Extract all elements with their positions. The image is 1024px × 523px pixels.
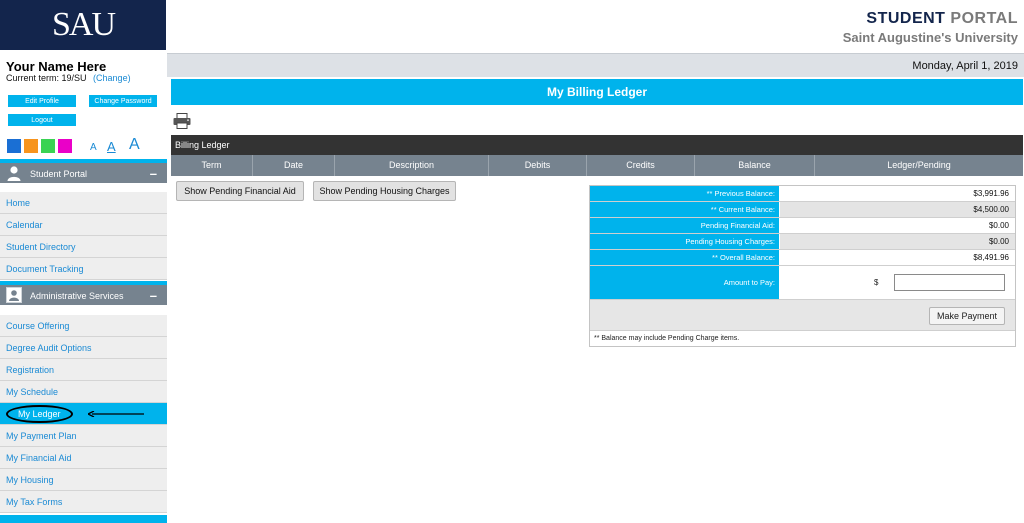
- nav-degree-audit-options[interactable]: Degree Audit Options: [0, 337, 167, 359]
- sidebar-footer-bar: [0, 515, 167, 523]
- column-ledger-pending[interactable]: Ledger/Pending: [815, 155, 1023, 176]
- section-administrative-services-label: Administrative Services: [30, 291, 124, 301]
- theme-swatch-magenta[interactable]: [58, 139, 72, 153]
- nav-document-tracking[interactable]: Document Tracking: [0, 258, 167, 280]
- change-term-link[interactable]: (Change): [93, 73, 131, 83]
- overall-balance-row: ** Overall Balance: $8,491.96: [590, 250, 1015, 266]
- amount-to-pay-row: Amount to Pay: $: [590, 266, 1015, 300]
- nav-my-ledger-label: My Ledger: [6, 405, 73, 423]
- edit-profile-button[interactable]: Edit Profile: [7, 94, 77, 108]
- theme-swatch-green[interactable]: [41, 139, 55, 153]
- theme-swatch-blue[interactable]: [7, 139, 21, 153]
- theme-swatch-orange[interactable]: [24, 139, 38, 153]
- nav-my-housing[interactable]: My Housing: [0, 469, 167, 491]
- nav-my-tax-forms[interactable]: My Tax Forms: [0, 491, 167, 513]
- nav-my-schedule[interactable]: My Schedule: [0, 381, 167, 403]
- section-administrative-services[interactable]: Administrative Services –: [0, 281, 167, 305]
- show-pending-financial-aid-button[interactable]: Show Pending Financial Aid: [176, 181, 304, 201]
- payment-button-row: Make Payment: [590, 300, 1015, 331]
- column-term[interactable]: Term: [171, 155, 253, 176]
- column-credits[interactable]: Credits: [587, 155, 695, 176]
- previous-balance-row: ** Previous Balance: $3,991.96: [590, 186, 1015, 202]
- overall-balance-value: $8,491.96: [973, 253, 1009, 262]
- pending-housing-label: Pending Housing Charges:: [590, 234, 780, 249]
- ledger-column-headers: Term Date Description Debits Credits Bal…: [171, 155, 1023, 176]
- current-balance-label: ** Current Balance:: [590, 202, 780, 217]
- arrow-left-icon: [88, 411, 144, 417]
- nav-home[interactable]: Home: [0, 192, 167, 214]
- nav-my-ledger[interactable]: My Ledger: [0, 403, 167, 425]
- collapse-icon[interactable]: –: [150, 166, 157, 181]
- font-size-medium[interactable]: A: [107, 139, 116, 154]
- admin-icon: [6, 287, 22, 303]
- amount-to-pay-cell: $: [780, 266, 1015, 299]
- sidebar: Your Name Here Current term: 19/SU (Chan…: [0, 53, 167, 523]
- overall-balance-label: ** Overall Balance:: [590, 250, 780, 265]
- portal-title-student: STUDENT: [866, 10, 946, 27]
- portal-brand: STUDENT PORTAL Saint Augustine's Univers…: [843, 10, 1018, 45]
- billing-ledger-header: Billing Ledger: [171, 135, 1023, 155]
- pending-aid-label: Pending Financial Aid:: [590, 218, 780, 233]
- amount-to-pay-label: Amount to Pay:: [590, 266, 780, 299]
- section-student-portal-label: Student Portal: [30, 169, 88, 179]
- logo-text: SAU: [51, 6, 116, 43]
- nav-my-financial-aid[interactable]: My Financial Aid: [0, 447, 167, 469]
- current-balance-value: $4,500.00: [780, 202, 1015, 217]
- pending-aid-row: Pending Financial Aid: $0.00: [590, 218, 1015, 234]
- dollar-sign: $: [874, 278, 879, 287]
- collapse-icon[interactable]: –: [150, 288, 157, 303]
- pending-housing-value: $0.00: [780, 234, 1015, 249]
- font-size-large[interactable]: A: [129, 136, 140, 154]
- page-title: My Billing Ledger: [171, 79, 1023, 105]
- make-payment-button[interactable]: Make Payment: [929, 307, 1005, 325]
- previous-balance-value: $3,991.96: [973, 189, 1009, 198]
- current-term: Current term: 19/SU (Change): [6, 73, 131, 83]
- nav-my-payment-plan[interactable]: My Payment Plan: [0, 425, 167, 447]
- university-logo[interactable]: SAU: [0, 0, 166, 50]
- column-date[interactable]: Date: [253, 155, 335, 176]
- pending-housing-row: Pending Housing Charges: $0.00: [590, 234, 1015, 250]
- nav-registration[interactable]: Registration: [0, 359, 167, 381]
- font-size-small[interactable]: A: [90, 142, 97, 153]
- amount-to-pay-input[interactable]: [894, 274, 1005, 291]
- balance-note: ** Balance may include Pending Charge it…: [594, 335, 740, 342]
- section-student-portal[interactable]: Student Portal –: [0, 159, 167, 183]
- nav-calendar[interactable]: Calendar: [0, 214, 167, 236]
- change-password-button[interactable]: Change Password: [88, 94, 158, 108]
- nav-student-directory[interactable]: Student Directory: [0, 236, 167, 258]
- term-label: Current term: 19/SU: [6, 73, 87, 83]
- nav-course-offering[interactable]: Course Offering: [0, 315, 167, 337]
- current-date: Monday, April 1, 2019: [912, 60, 1018, 72]
- portal-subtitle: Saint Augustine's University: [842, 30, 1018, 45]
- user-name: Your Name Here: [6, 59, 107, 74]
- show-pending-housing-charges-button[interactable]: Show Pending Housing Charges: [313, 181, 456, 201]
- balance-summary: ** Previous Balance: $3,991.96 ** Curren…: [589, 185, 1016, 347]
- previous-balance-label: ** Previous Balance:: [590, 186, 780, 201]
- portal-title-portal: PORTAL: [950, 10, 1018, 27]
- column-description[interactable]: Description: [335, 155, 489, 176]
- pending-aid-value: $0.00: [988, 221, 1009, 230]
- portal-title: STUDENT PORTAL: [843, 10, 1018, 28]
- printer-icon[interactable]: [173, 113, 191, 129]
- logout-button[interactable]: Logout: [7, 113, 77, 127]
- column-balance[interactable]: Balance: [695, 155, 815, 176]
- current-balance-row: ** Current Balance: $4,500.00: [590, 202, 1015, 218]
- user-icon: [7, 166, 21, 181]
- column-debits[interactable]: Debits: [489, 155, 587, 176]
